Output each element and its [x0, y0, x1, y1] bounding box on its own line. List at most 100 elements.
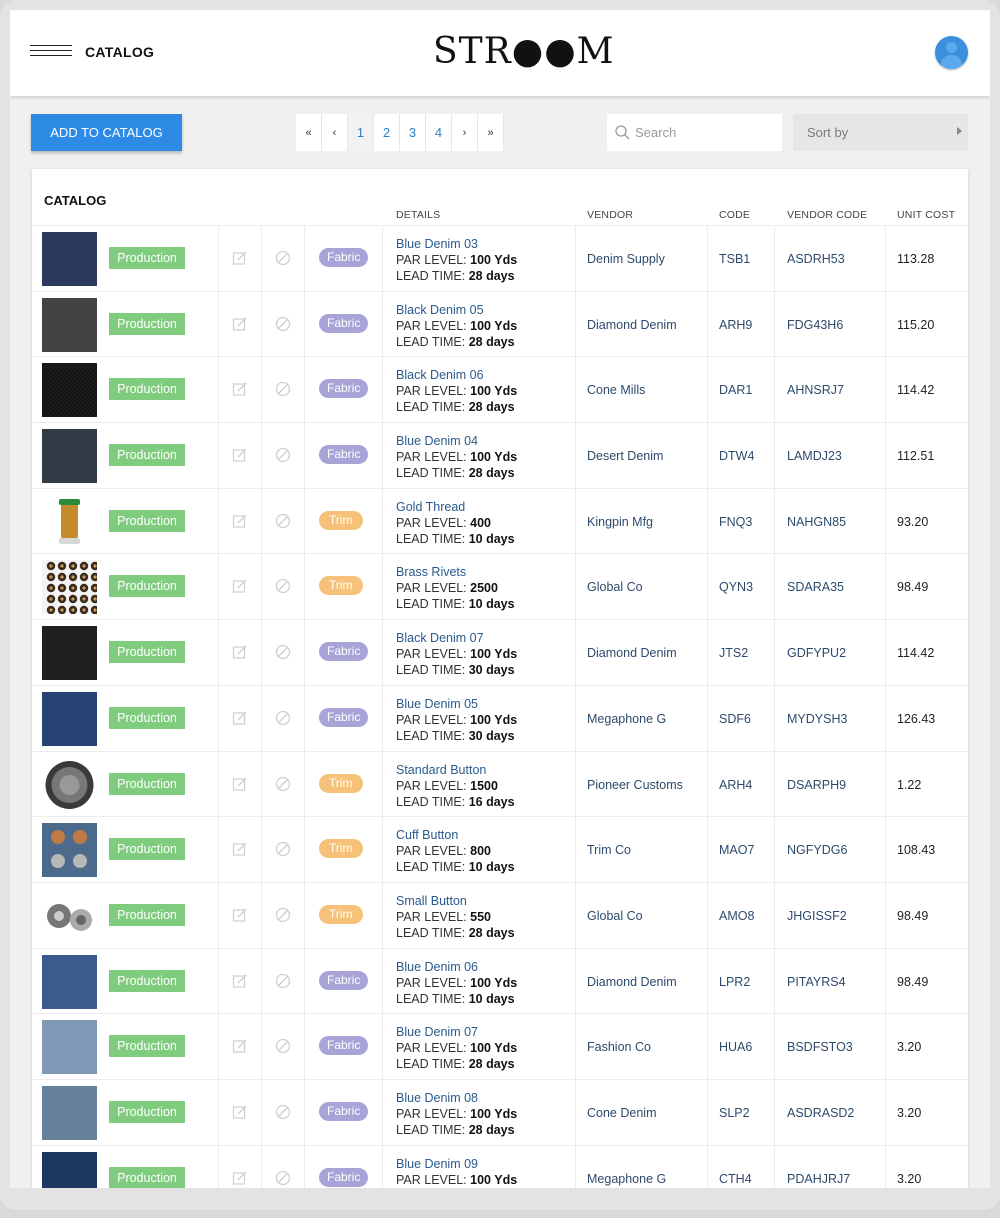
pager-arrow-7[interactable]: » — [478, 114, 504, 151]
table-row[interactable]: Production Fabric Blue Denim 04 PAR LEVE… — [32, 422, 968, 488]
edit-icon[interactable] — [232, 513, 248, 529]
item-name[interactable]: Black Denim 07 — [396, 630, 517, 646]
item-name[interactable]: Brass Rivets — [396, 564, 515, 580]
disable-icon[interactable] — [275, 907, 291, 923]
edit-icon[interactable] — [232, 710, 248, 726]
sort-dropdown[interactable]: Sort by — [793, 114, 968, 151]
search-input[interactable] — [635, 125, 775, 140]
disable-icon[interactable] — [275, 513, 291, 529]
column-divider — [261, 554, 262, 620]
vendor-name[interactable]: Kingpin Mfg — [587, 515, 653, 529]
disable-icon[interactable] — [275, 1104, 291, 1120]
edit-icon[interactable] — [232, 644, 248, 660]
table-row[interactable]: Production Trim Cuff Button PAR LEVEL: 8… — [32, 816, 968, 882]
vendor-name[interactable]: Megaphone G — [587, 712, 666, 726]
vendor-name[interactable]: Cone Mills — [587, 383, 645, 397]
disable-icon[interactable] — [275, 1038, 291, 1054]
column-divider — [885, 751, 886, 817]
disable-icon[interactable] — [275, 973, 291, 989]
item-name[interactable]: Blue Denim 07 — [396, 1024, 517, 1040]
edit-icon[interactable] — [232, 381, 248, 397]
vendor-name[interactable]: Pioneer Customs — [587, 778, 683, 792]
pager-page-2[interactable]: 2 — [374, 114, 400, 151]
edit-icon[interactable] — [232, 973, 248, 989]
table-row[interactable]: Production Fabric Black Denim 05 PAR LEV… — [32, 290, 968, 357]
vendor-name[interactable]: Diamond Denim — [587, 975, 677, 989]
disable-icon[interactable] — [275, 710, 291, 726]
table-row[interactable]: Production Fabric Blue Denim 03 PAR LEVE… — [32, 225, 968, 291]
edit-icon[interactable] — [232, 776, 248, 792]
item-details: Black Denim 06 PAR LEVEL: 100 Yds LEAD T… — [396, 367, 517, 415]
edit-icon[interactable] — [232, 316, 248, 332]
item-name[interactable]: Blue Denim 05 — [396, 696, 517, 712]
column-divider — [261, 1014, 262, 1079]
table-row[interactable]: Production Fabric Blue Denim 07 PAR LEVE… — [32, 1013, 968, 1079]
table-row[interactable]: Production Fabric Black Denim 06 PAR LEV… — [32, 356, 968, 423]
disable-icon[interactable] — [275, 776, 291, 792]
hamburger-menu-icon[interactable] — [30, 45, 72, 59]
vendor-name[interactable]: Diamond Denim — [587, 318, 677, 332]
disable-icon[interactable] — [275, 644, 291, 660]
disable-icon[interactable] — [275, 250, 291, 266]
user-avatar-icon[interactable] — [935, 36, 968, 69]
vendor-name[interactable]: Global Co — [587, 580, 643, 594]
edit-icon[interactable] — [232, 1104, 248, 1120]
disable-icon[interactable] — [275, 578, 291, 594]
vendor-code: AHNSRJ7 — [787, 383, 844, 398]
pager-arrow-1[interactable]: ‹ — [322, 114, 348, 151]
status-badge: Production — [109, 312, 185, 335]
table-row[interactable]: Production Trim Standard Button PAR LEVE… — [32, 750, 968, 817]
item-name[interactable]: Blue Denim 06 — [396, 959, 517, 975]
vendor-name[interactable]: Desert Denim — [587, 449, 663, 463]
edit-icon[interactable] — [232, 1038, 248, 1054]
add-to-catalog-button[interactable]: ADD TO CATALOG — [31, 114, 182, 151]
disable-icon[interactable] — [275, 381, 291, 397]
item-name[interactable]: Blue Denim 08 — [396, 1090, 517, 1106]
item-name[interactable]: Black Denim 06 — [396, 367, 517, 383]
pager-arrow-6[interactable]: › — [452, 114, 478, 151]
disable-icon[interactable] — [275, 841, 291, 857]
item-name[interactable]: Small Button — [396, 893, 515, 909]
edit-icon[interactable] — [232, 250, 248, 266]
column-divider — [304, 817, 305, 882]
edit-icon[interactable] — [232, 447, 248, 463]
edit-icon[interactable] — [232, 907, 248, 923]
column-divider — [575, 554, 576, 620]
item-name[interactable]: Cuff Button — [396, 827, 515, 843]
edit-icon[interactable] — [232, 578, 248, 594]
item-name[interactable]: Standard Button — [396, 762, 515, 778]
vendor-name[interactable]: Trim Co — [587, 843, 631, 857]
vendor-name[interactable]: Denim Supply — [587, 252, 665, 266]
vendor-name[interactable]: Megaphone G — [587, 1172, 666, 1186]
column-divider — [304, 1079, 305, 1145]
table-row[interactable]: Production Fabric Black Denim 07 PAR LEV… — [32, 619, 968, 685]
vendor-name[interactable]: Global Co — [587, 909, 643, 923]
table-row[interactable]: Production Trim Gold Thread PAR LEVEL: 4… — [32, 487, 968, 554]
pager-page-1[interactable]: 1 — [348, 114, 374, 151]
item-name[interactable]: Blue Denim 03 — [396, 236, 517, 252]
table-row[interactable]: Production Fabric Blue Denim 06 PAR LEVE… — [32, 947, 968, 1014]
vendor-name[interactable]: Diamond Denim — [587, 646, 677, 660]
pager-arrow-0[interactable]: « — [296, 114, 322, 151]
pager-page-4[interactable]: 4 — [426, 114, 452, 151]
table-row[interactable]: Production Trim Brass Rivets PAR LEVEL: … — [32, 553, 968, 620]
pager-page-3[interactable]: 3 — [400, 114, 426, 151]
search-box[interactable] — [607, 114, 782, 151]
disable-icon[interactable] — [275, 1170, 291, 1186]
strom-logo[interactable]: STR●●M — [433, 32, 614, 72]
table-row[interactable]: Production Trim Small Button PAR LEVEL: … — [32, 881, 968, 948]
vendor-name[interactable]: Cone Denim — [587, 1106, 656, 1120]
vendor-name[interactable]: Fashion Co — [587, 1040, 651, 1054]
item-name[interactable]: Blue Denim 09 — [396, 1156, 517, 1172]
disable-icon[interactable] — [275, 316, 291, 332]
edit-icon[interactable] — [232, 1170, 248, 1186]
item-name[interactable]: Black Denim 05 — [396, 302, 517, 318]
table-row[interactable]: Production Fabric Blue Denim 09 PAR LEVE… — [32, 1144, 968, 1188]
item-name[interactable]: Gold Thread — [396, 499, 515, 515]
disable-icon[interactable] — [275, 447, 291, 463]
item-name[interactable]: Blue Denim 04 — [396, 433, 517, 449]
table-row[interactable]: Production Fabric Blue Denim 05 PAR LEVE… — [32, 684, 968, 751]
edit-icon[interactable] — [232, 841, 248, 857]
lead-time-value: 28 days — [468, 925, 515, 940]
table-row[interactable]: Production Fabric Blue Denim 08 PAR LEVE… — [32, 1078, 968, 1145]
